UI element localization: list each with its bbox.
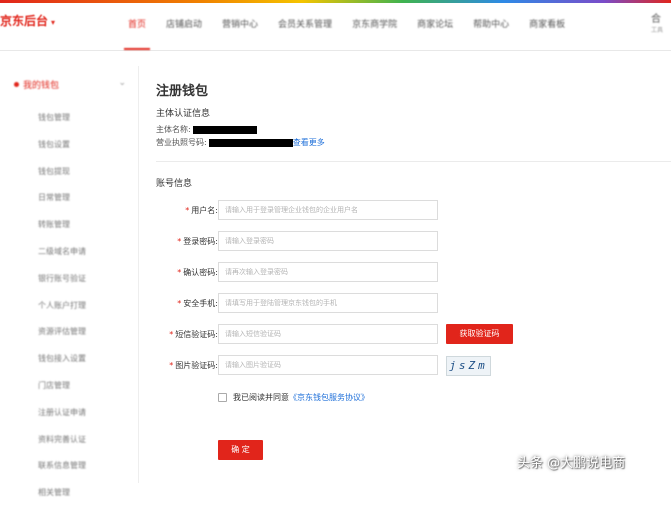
sms-code-label-text: 短信验证码: [175,330,218,339]
get-code-button[interactable]: 获取验证码 [446,324,513,344]
account-section-title: 账号信息 [156,179,193,189]
sidebar-item[interactable]: 资源评估管理 [38,324,86,351]
phone-label: * 安全手机: [177,298,218,309]
required-mark: * [185,206,190,215]
nav-item-store[interactable]: 店铺启动 [156,0,212,50]
sidebar-item[interactable]: 钱包设置 [38,137,86,164]
sidebar-item[interactable]: 资料完善认证 [38,432,86,459]
phone-input[interactable] [218,293,438,313]
sidebar-item[interactable]: 相关管理 [38,485,86,512]
phone-label-text: 安全手机: [183,299,218,308]
page-title: 注册钱包 [156,84,209,99]
sidebar: 我的钱包 ⌄ 钱包管理 钱包设置 钱包提现 日常管理 转账管理 二级域名申请 银… [0,66,139,497]
sidebar-item[interactable]: 门店管理 [38,378,86,405]
user-sub: 工具 [651,27,664,34]
nav-item-home[interactable]: 首页 [118,0,156,50]
agree-prefix: 我已阅读并同意 [233,393,289,402]
confirm-button[interactable]: 确 定 [218,440,263,460]
sidebar-header-label: 我的钱包 [23,81,60,91]
image-code-label: * 图片验证码: [169,360,218,371]
wallet-dot-icon [14,82,19,87]
sms-code-row: *短信验证码: 获取验证码 [156,324,671,344]
confirm-password-input[interactable] [218,262,438,282]
entity-name-row: 主体名称: [156,124,257,135]
chevron-down-icon: ▾ [51,18,56,27]
top-navigation-bar: 京东后台 ▾ 首页 店铺启动 营销中心 会员关系管理 京东商学院 商家论坛 帮助中… [0,0,671,51]
nav-item-forum[interactable]: 商家论坛 [407,0,463,50]
license-number-redacted [208,138,293,147]
main-nav: 首页 店铺启动 营销中心 会员关系管理 京东商学院 商家论坛 帮助中心 商家看板 [118,0,575,50]
license-label: 营业执照号码: [156,138,207,147]
brand-name: 京东后台 [0,14,49,28]
required-mark: * [177,237,182,246]
entity-section-title: 主体认证信息 [156,109,211,119]
sidebar-header-wallet[interactable]: 我的钱包 ⌄ [14,78,128,92]
sidebar-item[interactable]: 转账管理 [38,217,86,244]
password-label-text: 登录密码: [183,237,218,246]
image-code-label-text: 图片验证码: [175,361,218,370]
captcha-image[interactable]: jsZm [446,356,491,376]
username-label-text: 用户名: [191,206,218,215]
chevron-down-icon: ⌄ [118,78,126,88]
sidebar-list: 钱包管理 钱包设置 钱包提现 日常管理 转账管理 二级域名申请 银行账号验证 个… [38,110,86,512]
user-menu[interactable]: 合工具 [651,14,663,36]
password-label: * 登录密码: [177,236,218,247]
image-code-input[interactable] [218,355,438,375]
confirm-password-label: * 确认密码: [177,267,218,278]
brand-logo[interactable]: 京东后台 ▾ [0,12,55,29]
nav-item-academy[interactable]: 京东商学院 [342,0,407,50]
agree-checkbox[interactable] [218,393,227,402]
section-divider [156,161,671,162]
sidebar-item[interactable]: 银行账号验证 [38,271,86,298]
watermark: 头条 @大鹏说电商 [517,456,626,471]
entity-name-label: 主体名称: [156,125,191,134]
license-row: 营业执照号码: 查看更多 [156,137,325,148]
image-code-row: *图片验证码: jsZm [156,355,671,376]
sms-code-input[interactable] [218,324,438,344]
nav-item-dashboard[interactable]: 商家看板 [519,0,575,50]
sidebar-item[interactable]: 联系信息管理 [38,458,86,485]
confirm-password-row: * 确认密码: [156,262,671,282]
user-name: 合 [651,14,661,25]
password-row: * 登录密码: [156,231,671,251]
username-label: * 用户名: [185,205,218,216]
password-input[interactable] [218,231,438,251]
sms-code-label: * 短信验证码: [169,329,218,340]
agreement-link[interactable]: 《京东钱包服务协议》 [289,393,369,402]
main-content: 注册钱包 主体认证信息 主体名称: 营业执照号码: 查看更多 账号信息 * 用户名:… [156,66,671,483]
username-row: * 用户名: [156,200,671,220]
view-more-link[interactable]: 查看更多 [293,138,325,147]
sidebar-item[interactable]: 钱包提现 [38,164,86,191]
required-mark: * [177,299,182,308]
sidebar-item[interactable]: 二级域名申请 [38,244,86,271]
sidebar-item[interactable]: 钱包管理 [38,110,86,137]
required-mark: * [169,361,174,370]
sidebar-item[interactable]: 钱包接入设置 [38,351,86,378]
required-mark: * [177,268,182,277]
nav-item-help[interactable]: 帮助中心 [463,0,519,50]
confirm-password-label-text: 确认密码: [183,268,218,277]
sidebar-item[interactable]: 注册认证申请 [38,405,86,432]
entity-name-redacted [192,125,257,134]
phone-row: * 安全手机: [156,293,671,313]
username-input[interactable] [218,200,438,220]
required-mark: * [169,330,174,339]
sidebar-item[interactable]: 个人账户打理 [38,298,86,325]
agreement-row: 我已阅读并同意《京东钱包服务协议》 [218,392,369,403]
sidebar-item[interactable]: 日常管理 [38,190,86,217]
nav-item-marketing[interactable]: 营销中心 [212,0,268,50]
nav-item-members[interactable]: 会员关系管理 [268,0,342,50]
